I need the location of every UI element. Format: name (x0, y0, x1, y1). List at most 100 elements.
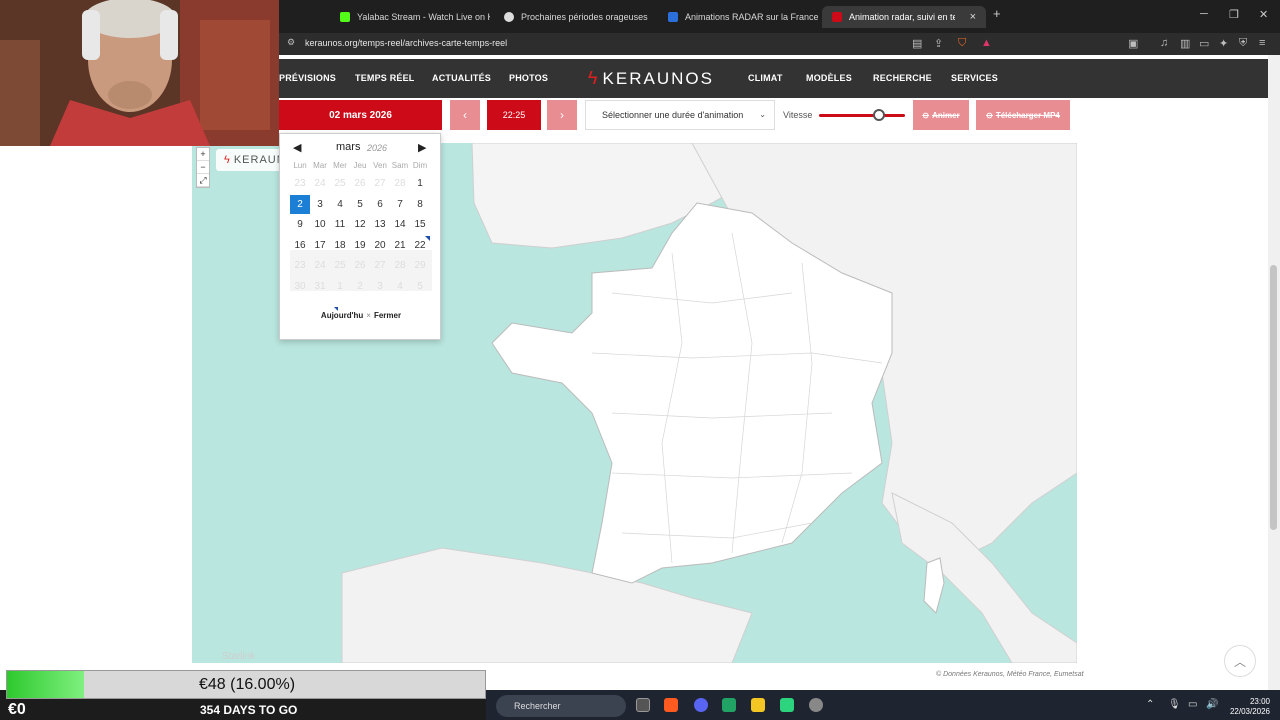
download-mp4-button[interactable]: ⊙ Télécharger MP4 (976, 100, 1070, 130)
webcam-overlay (0, 0, 279, 146)
calendar-day[interactable]: 21 (390, 236, 410, 255)
brave-shield-icon[interactable]: ⛉ (958, 37, 966, 50)
discord-icon[interactable] (694, 698, 708, 712)
sidebar-icon[interactable]: ▥ (1180, 37, 1190, 50)
next-time-button[interactable]: › (547, 100, 577, 130)
music-icon[interactable]: ♫ (1160, 37, 1168, 49)
tab-kick[interactable]: Yalabac Stream - Watch Live on Kick (330, 6, 490, 28)
calendar-day[interactable]: 20 (370, 236, 390, 255)
nav-previsions[interactable]: PRÉVISIONS (279, 73, 336, 83)
calendar-day[interactable]: 9 (290, 215, 310, 234)
previous-time-button[interactable]: ‹ (450, 100, 480, 130)
nav-modeles[interactable]: MODÈLES (806, 73, 852, 83)
animate-button[interactable]: ⊙ Animer (913, 100, 969, 130)
taskbar-clock[interactable]: 23:00 22/03/2026 (1224, 697, 1270, 717)
calendar-day[interactable]: 18 (330, 236, 350, 255)
calendar-day[interactable]: 16 (290, 236, 310, 255)
calendar-day[interactable]: 14 (390, 215, 410, 234)
tab-orages[interactable]: Prochaines périodes orageuses (494, 6, 654, 28)
calendar-day[interactable]: 22 (410, 235, 430, 255)
nav-actualites[interactable]: ACTUALITÉS (432, 73, 491, 83)
zoom-out-button[interactable]: − (197, 161, 209, 174)
url-field[interactable]: keraunos.org/temps-reel/archives-carte-t… (305, 38, 507, 48)
network-icon[interactable]: ▭ (1188, 699, 1197, 710)
calendar-day[interactable]: 13 (370, 215, 390, 234)
lightning-icon: ϟ (224, 154, 231, 166)
calendar-day[interactable]: 8 (410, 195, 430, 214)
today-button[interactable]: Aujourd'hu (321, 311, 363, 320)
site-logo[interactable]: ϟ KERAUNOS (588, 68, 714, 89)
speed-slider-handle[interactable] (873, 109, 886, 121)
calendar-day[interactable]: 12 (350, 215, 370, 234)
taskbar-search[interactable]: Rechercher (496, 695, 626, 717)
window-close-icon[interactable]: ✕ (1259, 8, 1268, 21)
previous-month-button[interactable]: ◀ (293, 141, 301, 154)
time-button[interactable]: 22:25 (487, 100, 541, 130)
next-month-button[interactable]: ▶ (418, 141, 426, 154)
volume-icon[interactable]: 🔊 (1206, 699, 1218, 710)
brave-icon[interactable] (664, 698, 678, 712)
nav-recherche[interactable]: RECHERCHE (873, 73, 932, 83)
tab-keraunos[interactable]: Animation radar, suivi en temps × (822, 6, 986, 28)
maximize-icon[interactable]: ❐ (1229, 8, 1239, 21)
scrollbar-thumb[interactable] (1270, 265, 1277, 530)
new-tab-button[interactable]: + (993, 6, 1001, 21)
separator: × (366, 311, 371, 320)
close-tab-icon[interactable]: × (970, 11, 976, 23)
obs-icon[interactable] (809, 698, 823, 712)
calendar-day[interactable]: 7 (390, 195, 410, 214)
kick-icon (340, 12, 350, 22)
calendar-day[interactable]: 1 (410, 174, 430, 193)
nav-climat[interactable]: CLIMAT (748, 73, 783, 83)
minimize-icon[interactable]: ─ (1200, 8, 1208, 20)
task-view-icon[interactable] (636, 698, 650, 712)
speed-slider[interactable] (819, 109, 905, 121)
media-icon[interactable]: ▣ (1128, 37, 1138, 50)
chevron-down-icon: ⌄ (759, 110, 766, 119)
close-picker-button[interactable]: Fermer (374, 311, 401, 320)
zoom-in-button[interactable]: + (197, 148, 209, 161)
calendar-day[interactable]: 19 (350, 236, 370, 255)
share-icon[interactable]: ⇪ (934, 37, 943, 50)
nav-photos[interactable]: PHOTOS (509, 73, 548, 83)
leo-icon[interactable]: ✦ (1219, 37, 1228, 50)
reader-icon[interactable]: ▤ (912, 37, 922, 50)
web-page: PRÉVISIONS TEMPS RÉEL ACTUALITÉS PHOTOS … (0, 55, 1280, 690)
calendar-day[interactable]: 3 (310, 195, 330, 214)
logo-text: KERAUNOS (602, 68, 714, 88)
fullscreen-button[interactable]: ⤢ (197, 174, 209, 187)
calendar-day: 24 (314, 260, 326, 271)
calendar-day[interactable]: 15 (410, 215, 430, 234)
clock-date: 22/03/2026 (1229, 707, 1270, 716)
speed-label: Vitesse (783, 110, 813, 120)
tab-radar-france[interactable]: Animations RADAR sur la France par (658, 6, 818, 28)
datepicker-year[interactable]: 2026 (367, 143, 387, 153)
scroll-top-button[interactable]: ︿ (1224, 645, 1256, 677)
menu-icon[interactable]: ≡ (1259, 37, 1265, 49)
nav-temps-reel[interactable]: TEMPS RÉEL (355, 73, 415, 83)
app-icon[interactable] (751, 698, 765, 712)
microphone-icon[interactable]: 🎙 (1168, 699, 1181, 710)
calendar-day: 28 (394, 260, 406, 271)
rewards-icon[interactable]: ▲ (981, 37, 992, 49)
vpn-icon[interactable]: ⛨ (1239, 37, 1247, 50)
calendar-day[interactable]: 10 (310, 215, 330, 234)
tray-chevron-icon[interactable]: ⌃ (1146, 699, 1154, 710)
duration-select-label: Sélectionner une durée d'animation (602, 110, 744, 120)
animation-controls: 02 mars 2026 ‹ 22:25 › Sélectionner une … (279, 100, 1099, 132)
excel-icon[interactable] (722, 698, 736, 712)
calendar-day[interactable]: 2 (290, 194, 310, 214)
calendar-day[interactable]: 4 (330, 195, 350, 214)
play-app-icon[interactable] (780, 698, 794, 712)
calendar-day[interactable]: 17 (310, 236, 330, 255)
calendar-day[interactable]: 5 (350, 195, 370, 214)
page-scrollbar[interactable] (1268, 55, 1280, 690)
calendar-day[interactable]: 11 (330, 215, 350, 234)
site-info-icon[interactable]: ⚙ (287, 37, 295, 48)
download-label: Télécharger MP4 (995, 110, 1060, 120)
wallet-icon[interactable]: ▭ (1199, 37, 1209, 50)
date-picker-button[interactable]: 02 mars 2026 (279, 100, 442, 130)
nav-services[interactable]: SERVICES (951, 73, 998, 83)
duration-select[interactable]: Sélectionner une durée d'animation ⌄ (585, 100, 775, 130)
calendar-day[interactable]: 6 (370, 195, 390, 214)
